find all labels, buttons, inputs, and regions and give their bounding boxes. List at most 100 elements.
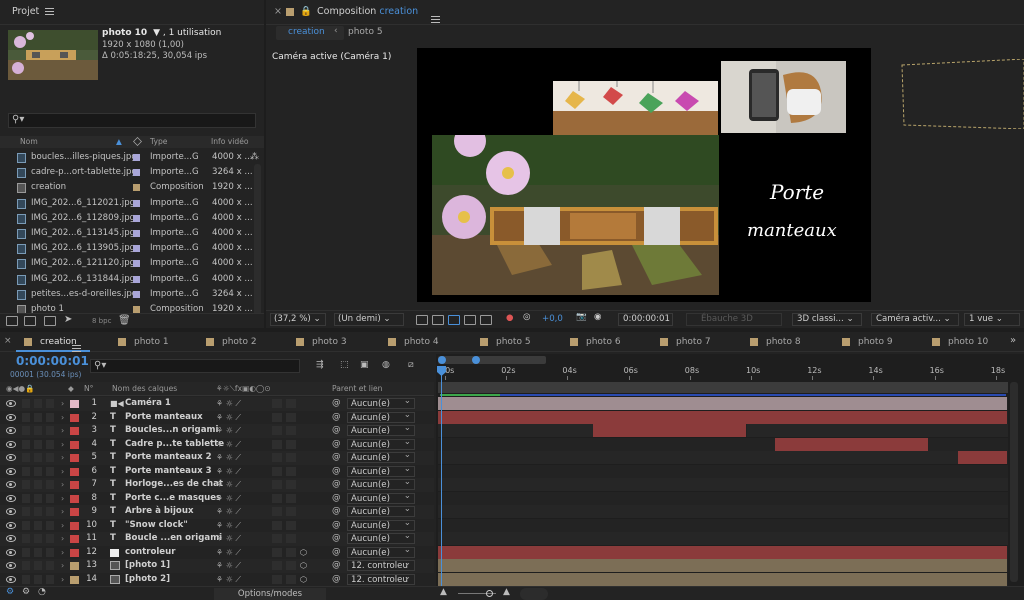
solo-toggle[interactable]	[34, 466, 42, 476]
label-color[interactable]	[133, 275, 140, 283]
switch-box[interactable]	[286, 493, 296, 503]
layer-label-color[interactable]	[70, 535, 79, 543]
parent-dropdown[interactable]: Aucun(e)	[347, 504, 415, 517]
lock-toggle[interactable]	[46, 453, 54, 462]
switch-box[interactable]	[272, 412, 282, 422]
new-folder-icon[interactable]	[24, 316, 36, 326]
3d-layer-cube-icon[interactable]: ⬡	[300, 573, 307, 587]
expand-chevron-icon[interactable]: ›	[61, 438, 64, 452]
pick-whip-icon[interactable]: @	[332, 478, 341, 492]
pick-whip-icon[interactable]: @	[332, 465, 341, 479]
3d-layer-cube-icon[interactable]: ⬡	[300, 546, 307, 560]
menu-icon[interactable]	[45, 8, 55, 15]
layer-duration-bar[interactable]	[774, 437, 929, 451]
layer-label-color[interactable]	[70, 440, 79, 449]
shy-layers-icon[interactable]: ▣	[360, 360, 369, 370]
snapshot-region-icon[interactable]	[416, 315, 428, 325]
dropdown-arrow-icon[interactable]: ▼	[153, 28, 160, 38]
layer-label-color[interactable]	[70, 400, 79, 408]
expand-chevron-icon[interactable]: ›	[61, 573, 64, 587]
col-name-header[interactable]: Nom	[20, 136, 38, 148]
layer-switches[interactable]: ⚘ ☼ ⟋	[216, 573, 241, 587]
audio-toggle[interactable]	[22, 493, 30, 503]
layer-duration-bar[interactable]	[958, 451, 1008, 464]
project-item[interactable]: IMG_202...6_131844.jpg Importe...G 4000 …	[14, 272, 260, 287]
layer-name[interactable]: Boucle ...en origami	[125, 532, 222, 546]
audio-toggle[interactable]	[22, 547, 30, 557]
label-color[interactable]	[133, 306, 140, 313]
layer-name[interactable]: Porte manteaux	[125, 411, 203, 425]
audio-toggle[interactable]	[22, 534, 30, 543]
switch-box[interactable]	[272, 507, 282, 516]
parent-dropdown[interactable]: Aucun(e)	[347, 410, 415, 423]
solo-toggle[interactable]	[34, 507, 42, 516]
visibility-eye-icon[interactable]	[6, 535, 16, 542]
layer-row[interactable]: › 5 T Porte manteaux 2 ⚘ ☼ ⟋ @ Aucun(e)	[0, 450, 434, 465]
transfer-controls-icon[interactable]: ⚙	[22, 587, 30, 597]
expand-chevron-icon[interactable]: ›	[61, 397, 64, 411]
solo-toggle[interactable]	[34, 520, 42, 530]
layer-switches[interactable]: ⚘ ☼ ⟋	[216, 438, 241, 452]
project-item[interactable]: creation Composition 1920 x ...	[14, 180, 260, 195]
layer-name[interactable]: [photo 1]	[125, 559, 170, 573]
parent-dropdown[interactable]: Aucun(e)	[347, 491, 415, 504]
bit-depth-label[interactable]: 8 bpc	[92, 317, 111, 325]
lock-toggle[interactable]	[46, 507, 54, 516]
exposure-reset-icon[interactable]: ◎	[523, 312, 531, 322]
draft-3d-toggle[interactable]: Ébauche 3D	[686, 313, 782, 326]
zoom-out-icon[interactable]: ▲	[440, 587, 447, 597]
visibility-eye-icon[interactable]	[6, 440, 16, 448]
label-tag-icon[interactable]	[133, 137, 142, 146]
switch-box[interactable]	[286, 466, 296, 476]
parent-dropdown[interactable]: 12. controleu	[347, 572, 415, 585]
label-color[interactable]	[133, 214, 140, 222]
sort-ascending-icon[interactable]: ▲	[116, 136, 122, 148]
av-features-icon[interactable]: ◉◀●🔒	[6, 382, 35, 396]
switch-box[interactable]	[286, 574, 296, 584]
label-color[interactable]	[133, 169, 140, 177]
layer-name[interactable]: Porte manteaux 3	[125, 465, 212, 479]
label-color[interactable]	[133, 290, 140, 298]
expand-chevron-icon[interactable]: ›	[61, 519, 64, 533]
layer-row[interactable]: › 4 T Cadre p...te tablette ⚘ ☼ ⟋ @ Aucu…	[0, 437, 434, 452]
navigator-start-handle[interactable]	[438, 356, 446, 364]
pick-whip-icon[interactable]: @	[332, 451, 341, 465]
parent-dropdown[interactable]: 12. controleu	[347, 558, 415, 571]
composition-tab[interactable]: × 🔒 Composition creation	[274, 0, 440, 24]
layer-switches[interactable]: ⚘ ☼ ⟋	[216, 505, 241, 519]
layer-name[interactable]: "Snow clock"	[125, 519, 188, 533]
switch-box[interactable]	[286, 547, 296, 557]
grid-guides-icon[interactable]	[464, 315, 476, 325]
exposure-value[interactable]: +0,0	[542, 314, 563, 324]
parent-dropdown[interactable]: Aucun(e)	[347, 450, 415, 463]
audio-toggle[interactable]	[22, 507, 30, 516]
expand-chevron-icon[interactable]: ›	[61, 478, 64, 492]
layer-name[interactable]: controleur	[125, 546, 176, 560]
switch-box[interactable]	[286, 439, 296, 449]
render-queue-icon[interactable]: ➤	[64, 314, 72, 325]
layer-duration-bar[interactable]	[438, 572, 1008, 586]
layer-label-color[interactable]	[70, 562, 79, 570]
lock-toggle[interactable]	[46, 439, 54, 449]
project-item[interactable]: IMG_202...6_113905.jpg Importe...G 4000 …	[14, 241, 260, 256]
lock-toggle[interactable]	[46, 493, 54, 503]
parent-dropdown[interactable]: Aucun(e)	[347, 545, 415, 558]
layer-label-color[interactable]	[70, 494, 79, 503]
layer-name[interactable]: Horloge...es de chat	[125, 478, 223, 492]
pick-whip-icon[interactable]: @	[332, 505, 341, 519]
audio-toggle[interactable]	[22, 412, 30, 422]
parent-dropdown[interactable]: Aucun(e)	[347, 423, 415, 436]
layer-switches[interactable]: ⚘ ☼ ⟋	[216, 478, 241, 492]
switch-box[interactable]	[272, 520, 282, 530]
visibility-eye-icon[interactable]	[6, 575, 16, 583]
timeline-scrollbar[interactable]	[1010, 382, 1018, 582]
interpret-footage-icon[interactable]	[6, 316, 18, 326]
layer-row[interactable]: › 8 T Porte c...e masques ⚘ ☼ ⟋ @ Aucun(…	[0, 491, 434, 505]
project-scrollbar[interactable]	[254, 164, 261, 316]
graph-editor-icon[interactable]: ⧄	[408, 360, 414, 370]
parent-dropdown[interactable]: Aucun(e)	[347, 464, 415, 477]
expand-chevron-icon[interactable]: ›	[61, 559, 64, 573]
layer-duration-bar[interactable]	[438, 397, 1008, 410]
render-time-icon[interactable]: ◔	[38, 587, 46, 597]
visibility-eye-icon[interactable]	[6, 413, 16, 421]
